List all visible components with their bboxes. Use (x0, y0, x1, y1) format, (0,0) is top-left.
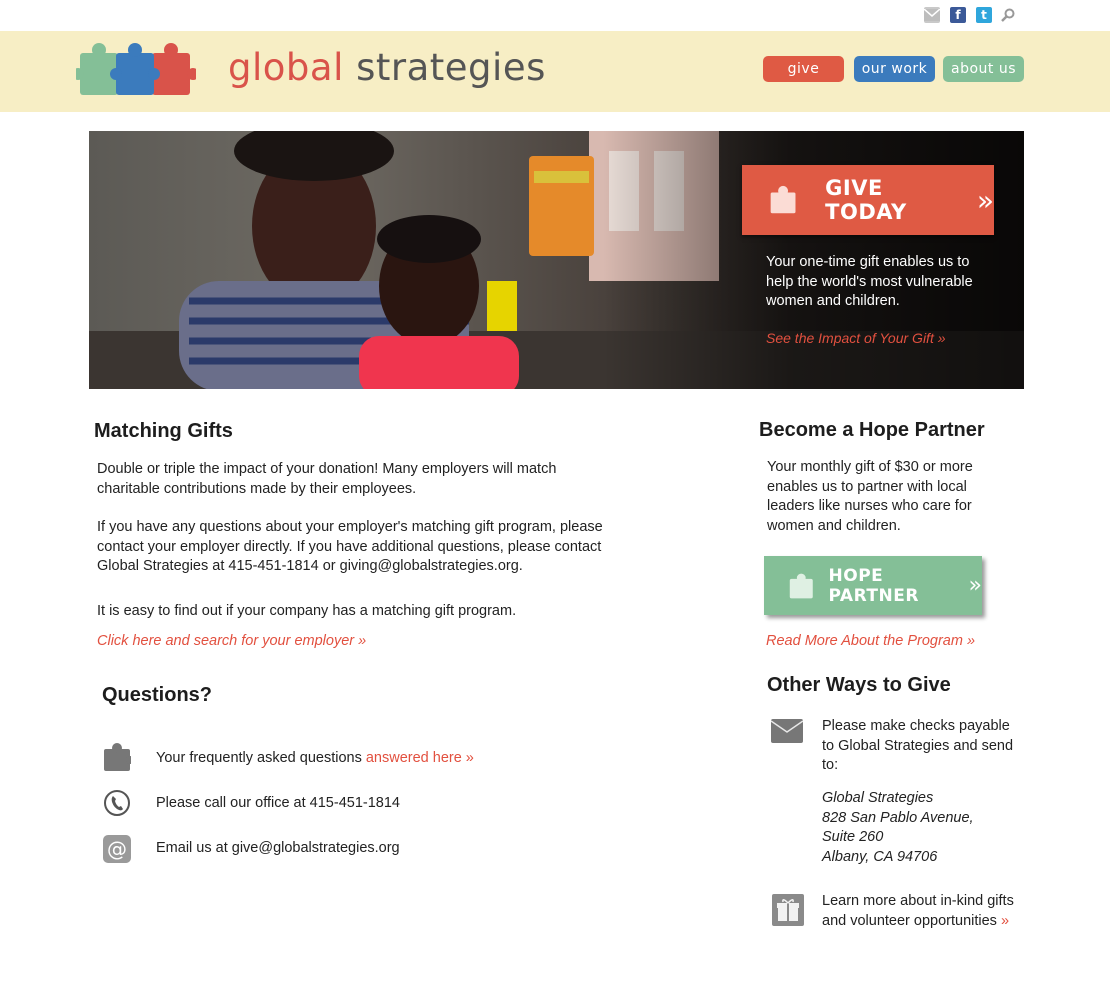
hope-partner-button[interactable]: HOPE PARTNER » (764, 556, 982, 615)
give-today-label: GIVE TODAY (825, 176, 907, 224)
email-text: Email us at give@globalstrategies.org (156, 840, 400, 856)
puzzle-piece-icon (789, 573, 813, 598)
address-line-2: 828 San Pablo Avenue, (822, 809, 974, 826)
hope-partner-text: Your monthly gift of $30 or more enables… (767, 459, 973, 534)
mail-icon[interactable] (924, 7, 940, 23)
inkind-link[interactable]: » (1001, 913, 1009, 929)
impact-link[interactable]: See the Impact of Your Gift » (766, 330, 946, 346)
address-line-3: Suite 260 (822, 829, 884, 845)
matching-gifts-heading: Matching Gifts (94, 420, 233, 442)
site-logo-text[interactable]: global strategies (228, 44, 546, 92)
nav-our-work-button[interactable]: our work (854, 56, 935, 82)
nav-give-button[interactable]: give (763, 56, 844, 82)
puzzle-logo-icon[interactable] (72, 41, 199, 99)
logo-word-strategies: strategies (356, 46, 546, 89)
matching-paragraph-3: It is easy to find out if your company h… (97, 603, 517, 619)
matching-paragraph-2: If you have any questions about your emp… (97, 519, 603, 574)
puzzle-piece-icon (102, 742, 132, 772)
inkind-text: Learn more about in-kind gifts and volun… (822, 893, 1014, 929)
call-text: Please call our office at 415-451-1814 (156, 795, 400, 811)
hero-description: Your one-time gift enables us to help th… (766, 254, 973, 309)
facebook-icon[interactable]: f (950, 7, 966, 23)
address-line-1: Global Strategies (822, 790, 934, 806)
twitter-icon[interactable]: t (976, 7, 992, 23)
phone-icon (102, 788, 132, 818)
at-sign-glyph: @ (103, 835, 131, 863)
inkind-row: Learn more about in-kind gifts and volun… (822, 892, 1027, 931)
puzzle-piece-icon (770, 185, 796, 214)
address-line-4: Albany, CA 94706 (822, 848, 938, 865)
mailing-address: Global Strategies 828 San Pablo Avenue, … (822, 789, 974, 867)
envelope-icon (770, 718, 804, 744)
top-utility-bar: f t (0, 0, 1110, 31)
questions-heading: Questions? (102, 684, 213, 706)
give-today-button[interactable]: GIVE TODAY » (742, 165, 994, 235)
nav-about-us-button[interactable]: about us (943, 56, 1024, 82)
gift-box-icon (772, 894, 804, 926)
chevron-right-icon: » (968, 573, 982, 598)
faq-link[interactable]: answered here » (366, 750, 474, 766)
search-icon[interactable] (1000, 7, 1016, 23)
hope-partner-label: HOPE PARTNER (828, 565, 919, 606)
matching-paragraph-1: Double or triple the impact of your dona… (97, 461, 557, 497)
read-more-program-link[interactable]: Read More About the Program » (766, 633, 975, 649)
logo-word-global: global (228, 46, 344, 89)
other-ways-heading: Other Ways to Give (767, 674, 951, 696)
faq-row: Your frequently asked questions answered… (156, 749, 474, 769)
hope-partner-heading: Become a Hope Partner (759, 419, 985, 441)
chevron-right-icon: » (976, 183, 994, 217)
checks-text: Please make checks payable to Global Str… (822, 718, 1014, 773)
employer-search-link[interactable]: Click here and search for your employer … (97, 633, 366, 649)
faq-text: Your frequently asked questions (156, 750, 366, 766)
at-sign-icon: @ (102, 834, 132, 864)
